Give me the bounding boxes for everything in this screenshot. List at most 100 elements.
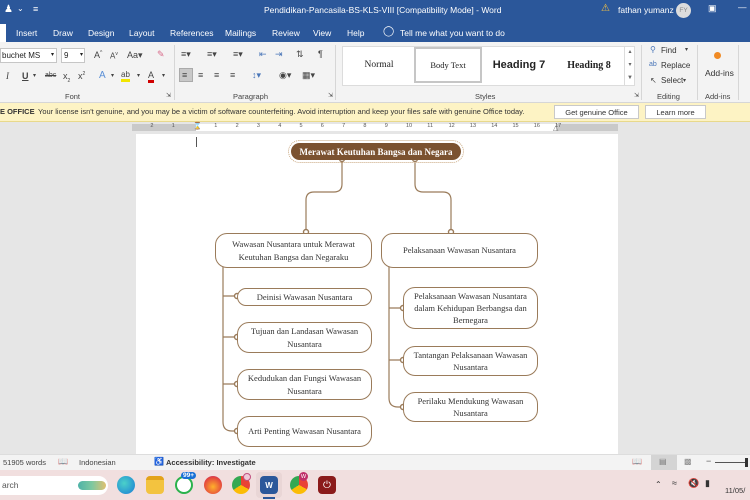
autosave-user-icon[interactable]: ♟ xyxy=(4,4,13,15)
zoom-slider-thumb[interactable] xyxy=(745,458,748,467)
underline-dropdown-icon[interactable]: ▾ xyxy=(33,72,36,79)
chevron-down-icon[interactable]: ▾ xyxy=(683,77,686,84)
tab-references[interactable]: References xyxy=(170,28,213,38)
multilevel-list-icon[interactable]: ≡▾ xyxy=(233,49,243,60)
sort-icon[interactable]: ⇅ xyxy=(296,49,304,60)
increase-indent-icon[interactable]: ⇥ xyxy=(275,49,283,60)
read-mode-icon[interactable]: 📖 xyxy=(632,457,642,466)
get-genuine-office-button[interactable]: Get genuine Office xyxy=(554,105,639,119)
quick-access-dropdown-icon[interactable]: ⌄ xyxy=(17,4,24,13)
font-color-icon[interactable]: A xyxy=(148,70,155,83)
mindmap-leaf-node[interactable]: Deinisi Wawasan Nusantara xyxy=(237,288,372,306)
user-name[interactable]: fathan yumanz xyxy=(618,5,674,15)
group-divider xyxy=(174,45,175,100)
mindmap-leaf-node[interactable]: Kedudukan dan Fungsi Wawasan Nusantara xyxy=(237,369,372,400)
edge-icon[interactable] xyxy=(117,476,135,494)
tab-mailings[interactable]: Mailings xyxy=(225,28,256,38)
tab-home-active[interactable] xyxy=(0,24,6,42)
align-right-icon[interactable]: ≡ xyxy=(214,70,219,80)
shrink-font-icon[interactable]: Av xyxy=(110,51,118,61)
language-status[interactable]: Indonesian xyxy=(79,458,116,467)
clear-formatting-icon[interactable]: ✎ xyxy=(157,49,165,60)
document-page[interactable]: Merawat Keutuhan Bangsa dan Negara Wawas… xyxy=(136,134,618,454)
minimize-button[interactable]: — xyxy=(738,2,747,12)
addins-button[interactable]: Add-ins xyxy=(705,68,734,78)
numbering-icon[interactable]: ≡▾ xyxy=(207,49,217,60)
chevron-down-icon[interactable]: ▾ xyxy=(162,72,165,79)
chevron-down-icon[interactable]: ▾ xyxy=(685,46,688,53)
tab-design[interactable]: Design xyxy=(88,28,114,38)
align-center-icon[interactable]: ≡ xyxy=(198,70,203,80)
tab-draw[interactable]: Draw xyxy=(53,28,73,38)
highlight-color-icon[interactable]: ab xyxy=(121,70,130,82)
zoom-out-button[interactable]: − xyxy=(706,456,711,466)
learn-more-button[interactable]: Learn more xyxy=(645,105,706,119)
borders-icon[interactable]: ▦▾ xyxy=(302,70,315,81)
zoom-slider[interactable] xyxy=(715,462,747,463)
right-indent-marker-icon[interactable]: △ xyxy=(553,124,558,132)
select-button[interactable]: Select xyxy=(661,76,683,85)
wifi-icon[interactable]: ≈ xyxy=(672,478,677,488)
show-hidden-icons[interactable]: ⌃ xyxy=(655,480,662,489)
mindmap-branch-node[interactable]: Pelaksanaan Wawasan Nusantara xyxy=(381,233,538,268)
tab-view[interactable]: View xyxy=(313,28,331,38)
accessibility-status[interactable]: Accessibility: Investigate xyxy=(166,458,256,467)
styles-scroll[interactable]: ▴ ▾ ▼ xyxy=(624,46,635,86)
style-heading-8[interactable]: Heading 8 xyxy=(556,47,622,83)
power-app-icon[interactable]: ⏻ xyxy=(318,476,336,494)
volume-muted-icon[interactable]: 🔇 xyxy=(688,478,699,489)
shading-icon[interactable]: ◉▾ xyxy=(279,70,291,81)
user-avatar[interactable]: FY xyxy=(676,3,691,18)
tab-help[interactable]: Help xyxy=(347,28,364,38)
find-button[interactable]: Find xyxy=(661,46,677,55)
tab-layout[interactable]: Layout xyxy=(129,28,155,38)
warning-icon[interactable]: ⚠ xyxy=(601,3,610,14)
style-body-text[interactable]: Body Text xyxy=(414,47,482,83)
italic-icon[interactable]: I xyxy=(6,71,9,81)
paragraph-group-label: Paragraph xyxy=(233,92,269,101)
mindmap-branch-node[interactable]: Wawasan Nusantara untuk Merawat Keutuhan… xyxy=(215,233,372,268)
text-effects-icon[interactable]: A xyxy=(99,70,106,81)
replace-button[interactable]: Replace xyxy=(661,61,690,70)
customize-toolbar-icon[interactable]: ≡ xyxy=(33,4,38,14)
mindmap-leaf-node[interactable]: Tujuan dan Landasan Wawasan Nusantara xyxy=(237,322,372,353)
superscript-icon[interactable]: x2 xyxy=(78,71,85,81)
web-layout-icon[interactable]: ▩ xyxy=(684,457,692,466)
decrease-indent-icon[interactable]: ⇤ xyxy=(259,49,267,60)
chevron-down-icon[interactable]: ▾ xyxy=(111,72,114,79)
ribbon-display-options-icon[interactable]: ▣ xyxy=(708,3,717,14)
line-spacing-icon[interactable]: ↕▾ xyxy=(252,70,261,81)
show-formatting-marks-icon[interactable]: ¶ xyxy=(318,49,323,59)
taskbar-date[interactable]: 11/05/ xyxy=(725,486,745,495)
subscript-icon[interactable]: x2 xyxy=(63,71,70,84)
mindmap-root-node[interactable]: Merawat Keutuhan Bangsa dan Negara xyxy=(288,140,464,163)
horizontal-ruler[interactable]: 2 1 1 2 3 4 5 6 7 8 9 10 11 12 13 14 15 16 17 ⌛ △ xyxy=(0,122,750,134)
change-case-icon[interactable]: Aa▾ xyxy=(127,50,143,61)
chevron-down-icon[interactable]: ▾ xyxy=(137,72,140,79)
strikethrough-icon[interactable]: abc xyxy=(45,72,56,79)
proofing-icon[interactable]: 📖 xyxy=(58,457,68,466)
mindmap-leaf-node[interactable]: Pelaksanaan Wawasan Nusantara dalam Kehi… xyxy=(403,287,538,329)
battery-icon[interactable]: ▮ xyxy=(705,478,710,489)
tell-me-search[interactable]: Tell me what you want to do xyxy=(400,28,505,38)
style-heading-7[interactable]: Heading 7 xyxy=(484,47,554,83)
tab-review[interactable]: Review xyxy=(272,28,300,38)
grow-font-icon[interactable]: A^ xyxy=(94,50,102,60)
justify-icon[interactable]: ≡ xyxy=(230,70,235,80)
firefox-icon[interactable] xyxy=(204,476,222,494)
paragraph-dialog-launcher-icon[interactable]: ⇲ xyxy=(328,92,333,99)
style-normal[interactable]: Normal xyxy=(345,47,413,83)
font-name-combobox[interactable]: buchet MS ▾ xyxy=(0,48,57,63)
bullets-icon[interactable]: ≡▾ xyxy=(181,49,191,60)
font-dialog-launcher-icon[interactable]: ⇲ xyxy=(166,92,171,99)
font-size-combobox[interactable]: 9 ▾ xyxy=(61,48,85,63)
mindmap-leaf-node[interactable]: Perilaku Mendukung Wawasan Nusantara xyxy=(403,392,538,422)
styles-dialog-launcher-icon[interactable]: ⇲ xyxy=(634,92,639,99)
underline-icon[interactable]: U xyxy=(22,71,29,81)
tab-insert[interactable]: Insert xyxy=(16,28,37,38)
mindmap-leaf-node[interactable]: Arti Penting Wawasan Nusantara xyxy=(237,416,372,447)
indent-marker-icon[interactable]: ⌛ xyxy=(193,122,202,130)
word-count[interactable]: 51905 words xyxy=(3,458,46,467)
mindmap-leaf-node[interactable]: Tantangan Pelaksanaan Wawasan Nusantara xyxy=(403,346,538,376)
file-explorer-icon[interactable] xyxy=(146,476,164,494)
